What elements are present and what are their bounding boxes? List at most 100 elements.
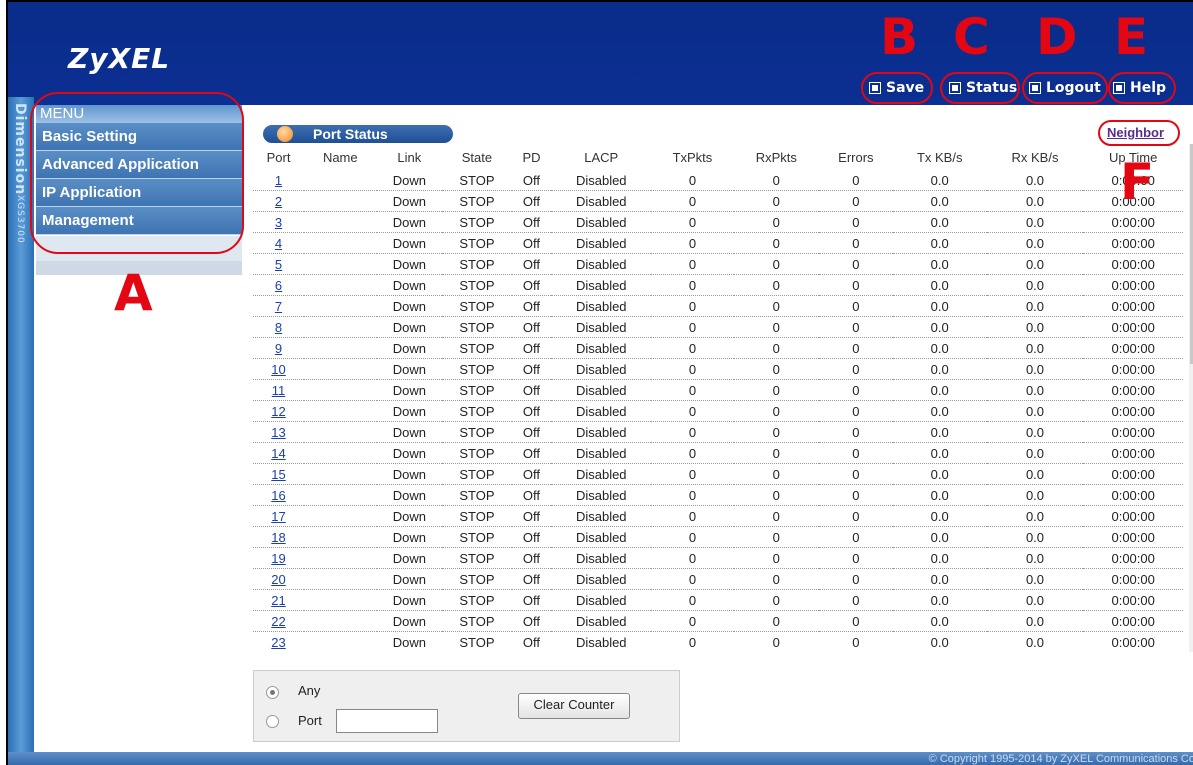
- cell-txpkts: 0: [651, 505, 734, 527]
- cell-txpkts: 0: [651, 631, 734, 652]
- cell-state: STOP: [442, 190, 512, 212]
- cell-tx: 0.0: [892, 568, 987, 590]
- port-cell: 22: [253, 610, 305, 632]
- any-radio[interactable]: [266, 686, 279, 699]
- cell-link: Down: [376, 400, 443, 422]
- port-cell: 4: [253, 232, 305, 254]
- port-link[interactable]: 20: [271, 572, 285, 587]
- cell-link: Down: [376, 379, 443, 401]
- cell-txpkts: 0: [651, 316, 734, 338]
- cell-name: [304, 505, 377, 527]
- cell-rxpkts: 0: [733, 421, 819, 443]
- cell-lacp: Disabled: [551, 568, 652, 590]
- cell-tx: 0.0: [892, 379, 987, 401]
- cell-lacp: Disabled: [551, 610, 652, 632]
- cell-state: STOP: [442, 589, 512, 611]
- cell-pd: Off: [511, 526, 552, 548]
- port-input[interactable]: [336, 709, 438, 733]
- callout-oval-d: [1022, 72, 1108, 104]
- cell-tx: 0.0: [892, 463, 987, 485]
- cell-rxpkts: 0: [733, 547, 819, 569]
- cell-txpkts: 0: [651, 274, 734, 296]
- cell-errors: 0: [818, 400, 893, 422]
- port-label: Port: [298, 713, 322, 728]
- port-link[interactable]: 10: [271, 362, 285, 377]
- cell-state: STOP: [442, 232, 512, 254]
- port-cell: 15: [253, 463, 305, 485]
- port-link[interactable]: 2: [275, 194, 282, 209]
- port-link[interactable]: 16: [271, 488, 285, 503]
- port-link[interactable]: 17: [271, 509, 285, 524]
- port-link[interactable]: 22: [271, 614, 285, 629]
- cell-lacp: Disabled: [551, 463, 652, 485]
- port-link[interactable]: 11: [272, 383, 286, 398]
- table-row: 5 Down STOP Off Disabled 0 0 0 0.0 0.0 0:00:00: [253, 253, 1183, 275]
- port-link[interactable]: 21: [271, 593, 285, 608]
- callout-letter-c: C: [953, 8, 990, 66]
- cell-name: [304, 547, 377, 569]
- any-label: Any: [298, 683, 321, 698]
- cell-rxpkts: 0: [733, 358, 819, 380]
- cell-tx: 0.0: [892, 547, 987, 569]
- table-row: 3 Down STOP Off Disabled 0 0 0 0.0 0.0 0:00:00: [253, 211, 1183, 233]
- port-link[interactable]: 23: [271, 635, 285, 650]
- cell-lacp: Disabled: [551, 232, 652, 254]
- cell-errors: 0: [818, 526, 893, 548]
- cell-errors: 0: [818, 442, 893, 464]
- cell-txpkts: 0: [651, 211, 734, 233]
- cell-tx: 0.0: [892, 253, 987, 275]
- cell-name: [304, 379, 377, 401]
- cell-errors: 0: [818, 337, 893, 359]
- cell-lacp: Disabled: [551, 337, 652, 359]
- port-link[interactable]: 4: [275, 236, 282, 251]
- cell-rxpkts: 0: [733, 170, 819, 191]
- cell-pd: Off: [511, 505, 552, 527]
- port-link[interactable]: 18: [271, 530, 285, 545]
- cell-errors: 0: [818, 170, 893, 191]
- port-link[interactable]: 19: [271, 551, 285, 566]
- cell-lacp: Disabled: [551, 253, 652, 275]
- cell-rxpkts: 0: [733, 610, 819, 632]
- column-header: Name: [322, 149, 358, 165]
- column-header: Link: [397, 149, 422, 165]
- port-cell: 16: [253, 484, 305, 506]
- port-cell: 11: [253, 379, 305, 401]
- cell-pd: Off: [511, 170, 552, 191]
- cell-state: STOP: [442, 316, 512, 338]
- cell-uptime: 0:00:00: [1083, 568, 1183, 590]
- cell-state: STOP: [442, 463, 512, 485]
- port-link[interactable]: 8: [275, 320, 282, 335]
- cell-tx: 0.0: [892, 337, 987, 359]
- cell-txpkts: 0: [651, 442, 734, 464]
- cell-uptime: 0:00:00: [1083, 421, 1183, 443]
- port-status-title: Port Status: [263, 125, 453, 143]
- cell-state: STOP: [442, 379, 512, 401]
- callout-oval-e: [1108, 72, 1176, 104]
- cell-uptime: 0:00:00: [1083, 610, 1183, 632]
- port-link[interactable]: 9: [275, 341, 282, 356]
- port-link[interactable]: 3: [275, 215, 282, 230]
- cell-lacp: Disabled: [551, 484, 652, 506]
- cell-link: Down: [376, 337, 443, 359]
- cell-txpkts: 0: [651, 337, 734, 359]
- cell-rxpkts: 0: [733, 568, 819, 590]
- clear-counter-button[interactable]: Clear Counter: [518, 693, 630, 719]
- table-scrollbar[interactable]: [1189, 144, 1193, 652]
- copyright-text: © Copyright 1995-2014 by ZyXEL Communica…: [928, 753, 1193, 765]
- port-link[interactable]: 1: [275, 173, 282, 188]
- column-header: PD: [522, 149, 541, 165]
- cell-rx: 0.0: [986, 232, 1084, 254]
- port-link[interactable]: 7: [275, 299, 282, 314]
- cell-uptime: 0:00:00: [1083, 631, 1183, 652]
- cell-state: STOP: [442, 631, 512, 652]
- port-link[interactable]: 5: [275, 257, 282, 272]
- port-link[interactable]: 13: [271, 425, 285, 440]
- port-cell: 19: [253, 547, 305, 569]
- port-link[interactable]: 6: [275, 278, 282, 293]
- port-link[interactable]: 12: [271, 404, 285, 419]
- port-link[interactable]: 14: [271, 446, 285, 461]
- port-radio[interactable]: [266, 715, 279, 728]
- port-status-table-container: Port Name Link State PD LACP TxPkts RxPkts Error…: [253, 144, 1183, 652]
- port-link[interactable]: 15: [271, 467, 285, 482]
- cell-state: STOP: [442, 526, 512, 548]
